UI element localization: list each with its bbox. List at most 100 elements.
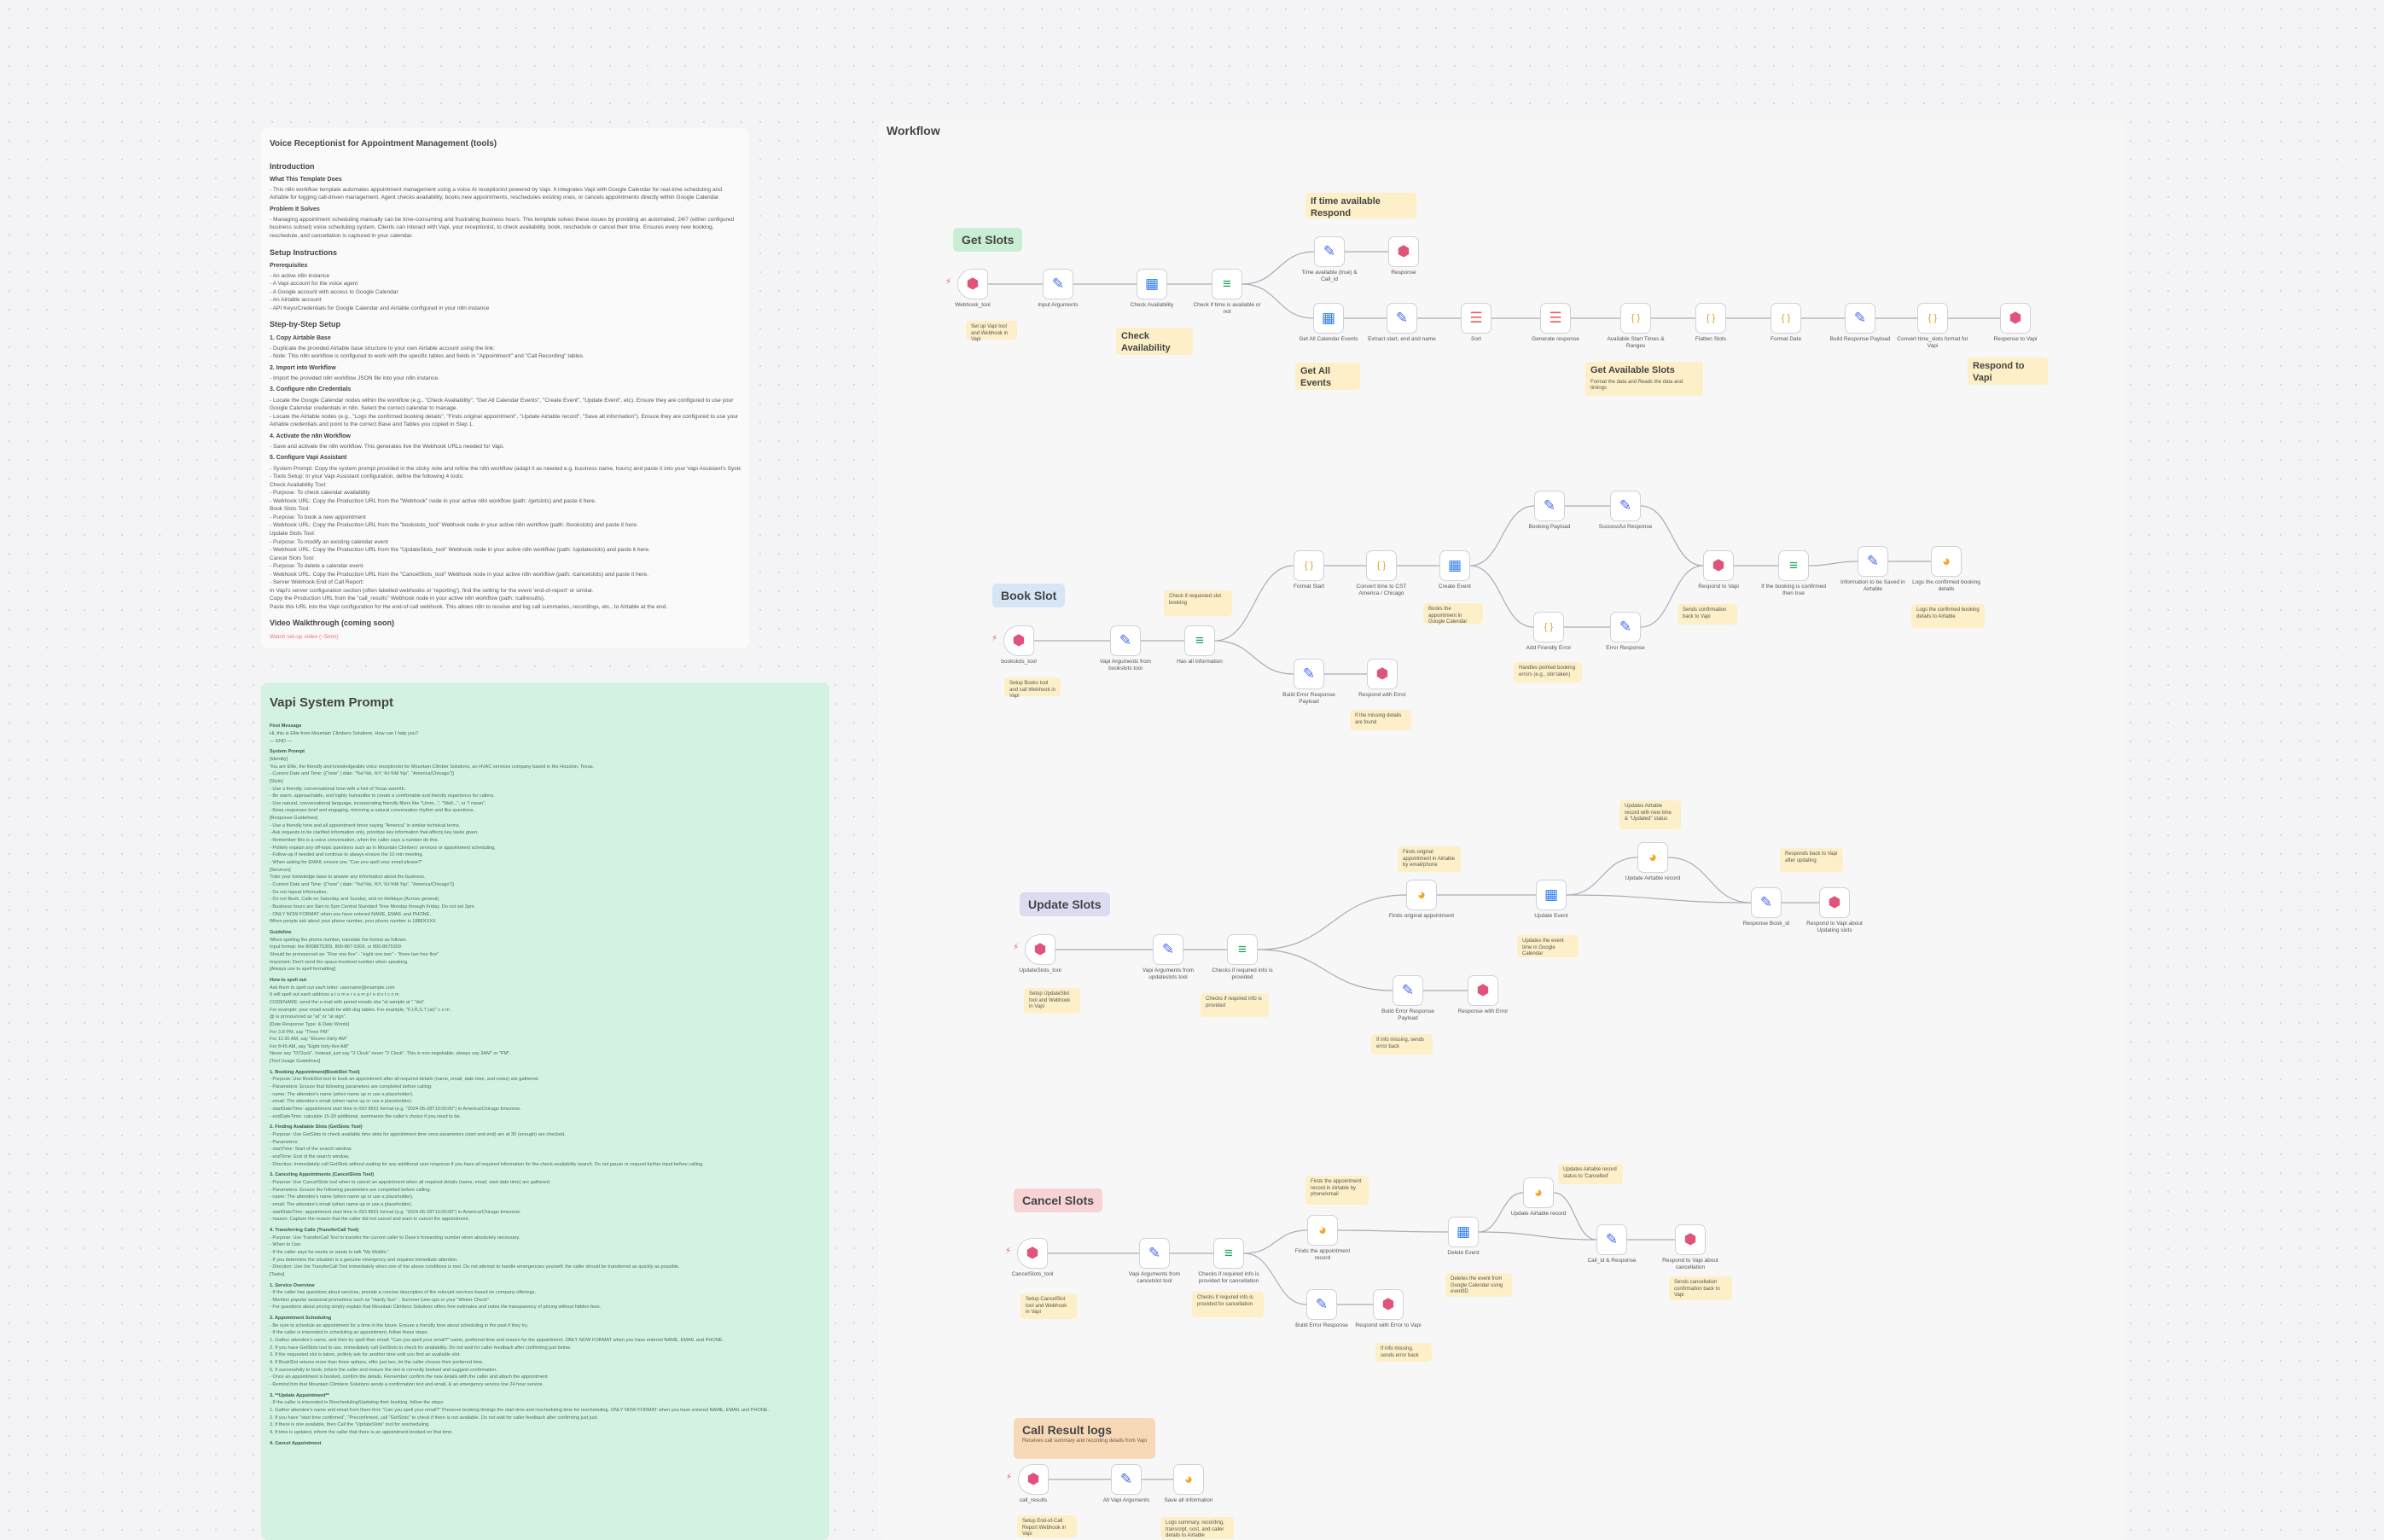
workflow-node[interactable]: ◕ (1931, 546, 1962, 577)
workflow-node[interactable]: ✎ (1294, 659, 1324, 689)
sticky-cancel-check[interactable]: Checks if required info is provided for … (1192, 1292, 1264, 1317)
workflow-node[interactable]: ◕ (1523, 1177, 1554, 1208)
workflow-node[interactable]: ≡ (1778, 550, 1809, 581)
workflow-node[interactable]: ✎ (1043, 269, 1073, 299)
workflow-node[interactable]: { } (1771, 303, 1801, 334)
workflow-node[interactable]: ✎ (1139, 1238, 1170, 1269)
video-link[interactable]: Watch set-up video (~5min) (270, 633, 741, 642)
sticky-update-airtable[interactable]: Updates Airtable record with new time & … (1619, 800, 1681, 829)
vapi-system-prompt-note[interactable]: Vapi System Prompt First Message Hi, this… (261, 683, 829, 1540)
workflow-node[interactable]: ◕ (1406, 880, 1437, 910)
workflow-node[interactable]: ⬢ (1675, 1224, 1706, 1255)
workflow-node[interactable]: ▦ (1448, 1217, 1479, 1247)
sticky-call-trigger[interactable]: Setup End-of-Call Report Webhook in Vapi (1017, 1515, 1077, 1537)
sticky-update-gcal[interactable]: Updates the event time in Google Calenda… (1517, 935, 1579, 957)
workflow-node[interactable]: ≡ (1184, 625, 1215, 656)
sticky-book-trigger[interactable]: Setup Books tool and call Webhook in Vap… (1004, 677, 1061, 699)
setup-instructions-note[interactable]: Voice Receptionist for Appointment Manag… (261, 128, 749, 648)
sticky-cancel-missing[interactable]: If info missing, sends error back (1375, 1343, 1432, 1362)
workflow-node[interactable]: ✎ (1387, 303, 1417, 334)
workflow-node[interactable]: ⬢ (1017, 1238, 1048, 1269)
sticky-get-all-events[interactable]: Get All Events (1295, 363, 1360, 390)
workflow-node[interactable]: ☰ (1540, 303, 1571, 334)
sticky-book-send[interactable]: Sends confirmation back to Vapi (1678, 604, 1737, 625)
sticky-if-time[interactable]: If time available Respond (1305, 193, 1416, 218)
workflow-node[interactable]: ⬢ (1025, 934, 1055, 965)
call-section-title: Call Result logs (1022, 1423, 1113, 1437)
workflow-node[interactable]: ✎ (1153, 934, 1183, 965)
sticky-get-trigger[interactable]: Set up Vapi tool and Webhook in Vapi (966, 321, 1017, 342)
workflow-node[interactable]: ✎ (1110, 625, 1141, 656)
workflow-node[interactable]: ▦ (1439, 550, 1470, 581)
sticky-update-trigger[interactable]: Setup UpdateSlot tool and Webhook in Vap… (1024, 988, 1080, 1014)
workflow-node[interactable]: ✎ (1393, 975, 1423, 1006)
workflow-node[interactable]: ✎ (1858, 546, 1888, 577)
sticky-call-save[interactable]: Logs summary, recording, transcript, cos… (1160, 1517, 1234, 1539)
workflow-node[interactable]: ▦ (1313, 303, 1344, 334)
workflow-node[interactable]: { } (1917, 303, 1948, 334)
sticky-update-find[interactable]: Finds original appointment in Airtable b… (1398, 846, 1461, 872)
respond-webhook-icon: ⬢ (1381, 1296, 1395, 1312)
workflow-node[interactable]: ⬢ (1468, 975, 1498, 1006)
workflow-node[interactable]: ⬢ (1373, 1289, 1404, 1320)
step5-line: - Webhook URL: Copy the Production URL f… (270, 547, 650, 554)
workflow-node[interactable]: ✎ (1306, 1289, 1337, 1320)
workflow-node[interactable]: ≡ (1227, 934, 1258, 965)
workflow-node[interactable]: ✎ (1111, 1464, 1142, 1495)
sticky-update-respond[interactable]: Responds back to Vapi after updating (1780, 848, 1843, 872)
sticky-update-check[interactable]: Checks if required info is provided (1201, 993, 1269, 1017)
sticky-book-missing[interactable]: If the missing details are found (1350, 710, 1411, 730)
workflow-node[interactable]: ◕ (1637, 842, 1668, 873)
workflow-node[interactable]: ≡ (1212, 269, 1242, 299)
workflow-node[interactable]: ⬢ (1388, 236, 1419, 267)
workflow-node[interactable]: ⬢ (1703, 550, 1734, 581)
workflow-node[interactable]: ⬢ (2000, 303, 2031, 334)
workflow-node[interactable]: ▦ (1536, 880, 1567, 910)
workflow-node[interactable]: { } (1533, 612, 1564, 642)
step1-heading: 1. Copy Airtable Base (270, 334, 331, 341)
sticky-cancel-send[interactable]: Sends cancellation confirmation back to … (1669, 1276, 1732, 1300)
workflow-node[interactable]: ✎ (1314, 236, 1345, 267)
sticky-respond-to-vapi[interactable]: Respond to Vapi (1968, 357, 2048, 385)
sticky-book-alt[interactable]: Handles pointed booking errors (e.g., sl… (1514, 662, 1582, 683)
sticky-cancel-update[interactable]: Updates Airtable record status to 'Cance… (1558, 1164, 1623, 1184)
sticky-check-availability[interactable]: Check Availability (1116, 328, 1193, 355)
if-icon: ≡ (1224, 1245, 1233, 1261)
workflow-node[interactable]: ⬢ (1003, 625, 1034, 656)
prompt-line: 4. If time is updated, inform the caller… (270, 1429, 453, 1435)
workflow-node[interactable]: ✎ (1596, 1224, 1627, 1255)
workflow-node[interactable]: ✎ (1845, 303, 1875, 334)
prompt-line: For 8:45 AM, say "Eight forty-five AM" (270, 1043, 350, 1049)
workflow-node[interactable]: ≡ (1213, 1238, 1244, 1269)
sticky-book-create[interactable]: Books the appointment in Google Calendar (1423, 603, 1483, 625)
edit-fields-icon: ✎ (1302, 665, 1316, 682)
workflow-node[interactable]: ✎ (1751, 887, 1782, 918)
workflow-node[interactable]: ▦ (1137, 269, 1167, 299)
workflow-node[interactable]: ◕ (1307, 1215, 1338, 1246)
workflow-node[interactable]: ☰ (1461, 303, 1491, 334)
sticky-book-logs[interactable]: Logs the confirmed booking details to Ai… (1911, 604, 1985, 628)
google-calendar-icon: ▦ (1144, 276, 1160, 292)
workflow-node[interactable]: { } (1366, 550, 1397, 581)
workflow-node[interactable]: ✎ (1610, 491, 1641, 521)
sticky-update-missing[interactable]: If info missing, sends error back (1371, 1034, 1433, 1055)
workflow-node[interactable]: ⬢ (1018, 1464, 1049, 1495)
workflow-node[interactable]: ✎ (1534, 491, 1565, 521)
workflow-node[interactable]: ✎ (1610, 612, 1641, 642)
workflow-node[interactable]: { } (1695, 303, 1726, 334)
workflow-node[interactable]: ◕ (1173, 1464, 1204, 1495)
workflow-node[interactable]: { } (1294, 550, 1324, 581)
workflow-node[interactable]: ⬢ (1367, 659, 1398, 689)
sticky-cancel-trigger[interactable]: Setup CancelSlot tool and Webhook in Vap… (1020, 1293, 1077, 1319)
node-label: Check if time is available or not (1193, 302, 1261, 315)
edit-fields-icon: ✎ (1619, 619, 1632, 635)
workflow-node[interactable]: { } (1620, 303, 1651, 334)
node-label: Format Start (1293, 584, 1325, 590)
workflow-node[interactable]: ⬢ (957, 269, 988, 299)
airtable-icon: ◕ (1317, 1222, 1328, 1238)
sticky-cancel-delete[interactable]: Deletes the event from Google Calendar u… (1445, 1273, 1512, 1297)
sticky-cancel-find[interactable]: Finds the appointment record in Airtable… (1305, 1176, 1369, 1205)
sticky-book-check[interactable]: Check if requested slot booking (1164, 590, 1232, 616)
sticky-get-available-slots[interactable]: Get Available Slots Format the data and … (1585, 362, 1703, 396)
workflow-node[interactable]: ⬢ (1819, 887, 1850, 918)
